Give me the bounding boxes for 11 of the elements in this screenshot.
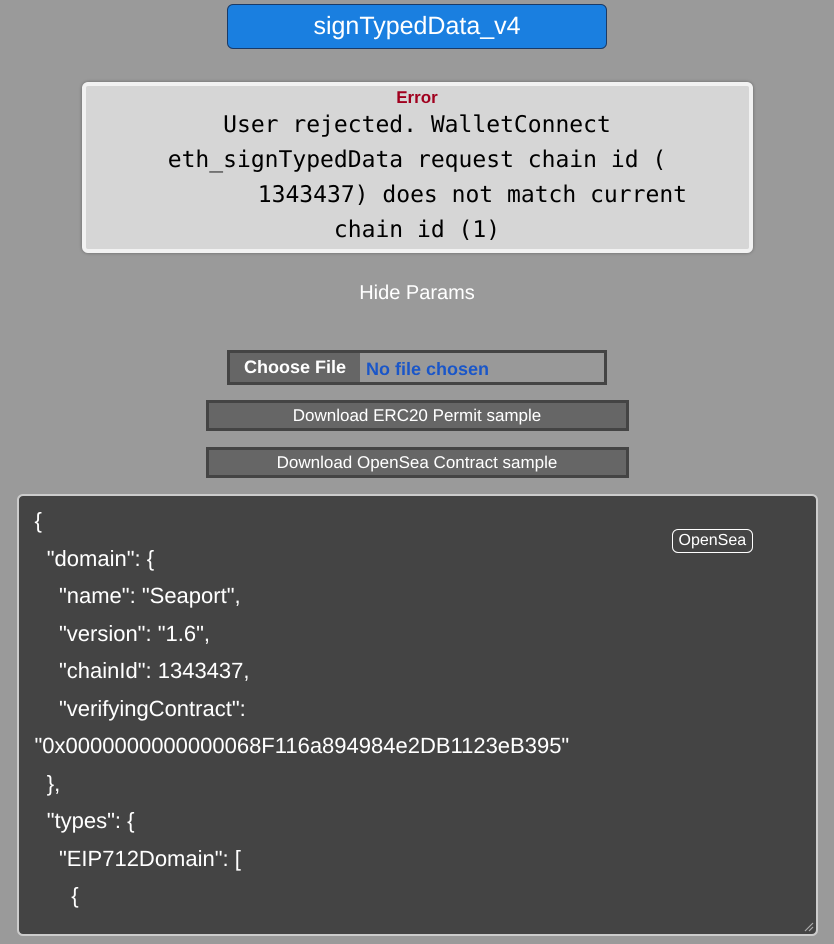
error-label: Error: [396, 88, 438, 108]
json-editor[interactable]: { "domain": { "name": "Seaport", "version": "1.6", "chainId": 1343437, "verifyingContract": "0x0000000000000068F116a894984e2DB1123eB395" }, "types": { "EIP712Domain": [ { OpenSea: [16, 494, 818, 936]
download-sample-button[interactable]: Download ERC20 Permit sample: [206, 400, 628, 431]
opensea-badge: OpenSea: [672, 529, 754, 553]
json-text: { "domain": { "name": "Seaport", "version": "1.6", "chainId": 1343437, "verifyingContract": "0x0000000000000068F116a894984e2DB1123eB395" }, "types": { "EIP712Domain": [ {: [34, 507, 570, 910]
choose-file-button[interactable]: Choose File: [230, 353, 360, 382]
download-sample-button[interactable]: Download OpenSea Contract sample: [206, 447, 628, 478]
sign-typed-data-button[interactable]: signTypedData_v4: [227, 4, 607, 49]
file-status: No file chosen: [365, 358, 490, 380]
error-message: User rejected. WalletConnect eth_signTypedData request chain id ( 1343437) does not match current chain id (1): [166, 111, 688, 245]
file-input[interactable]: Choose File No file chosen: [227, 350, 607, 385]
